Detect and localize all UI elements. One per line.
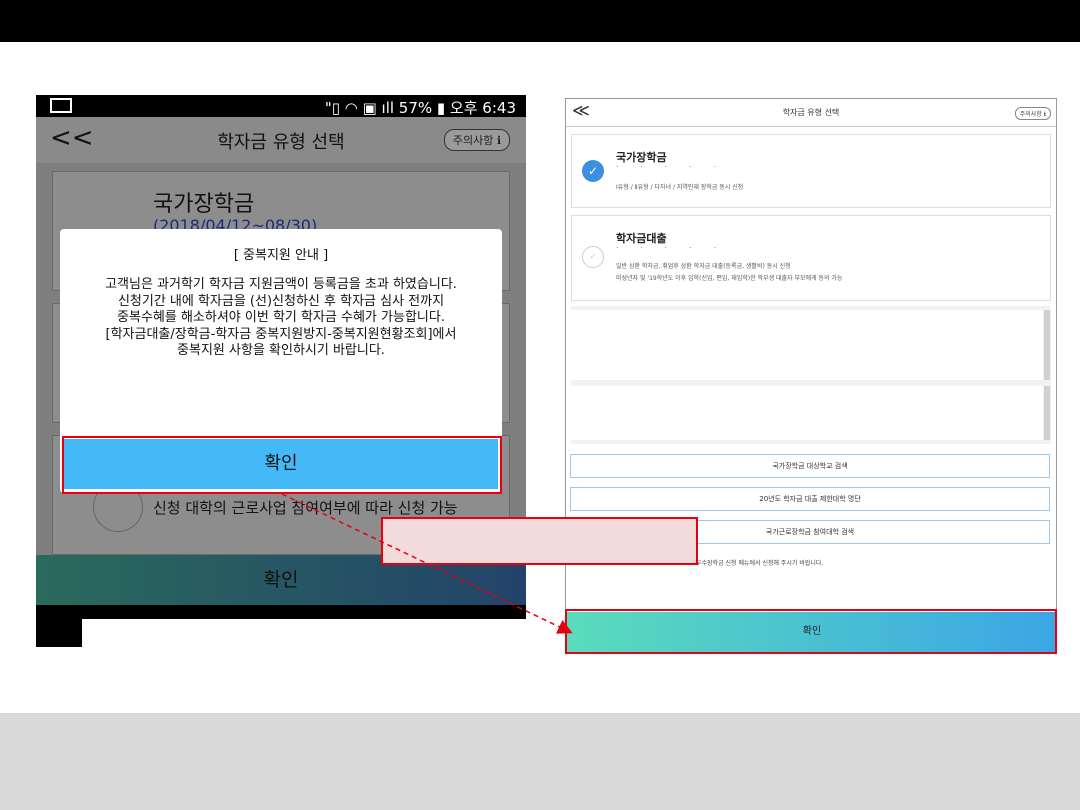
- slide-bottom-bar: [0, 713, 1080, 810]
- dashed-arrow: [281, 493, 573, 634]
